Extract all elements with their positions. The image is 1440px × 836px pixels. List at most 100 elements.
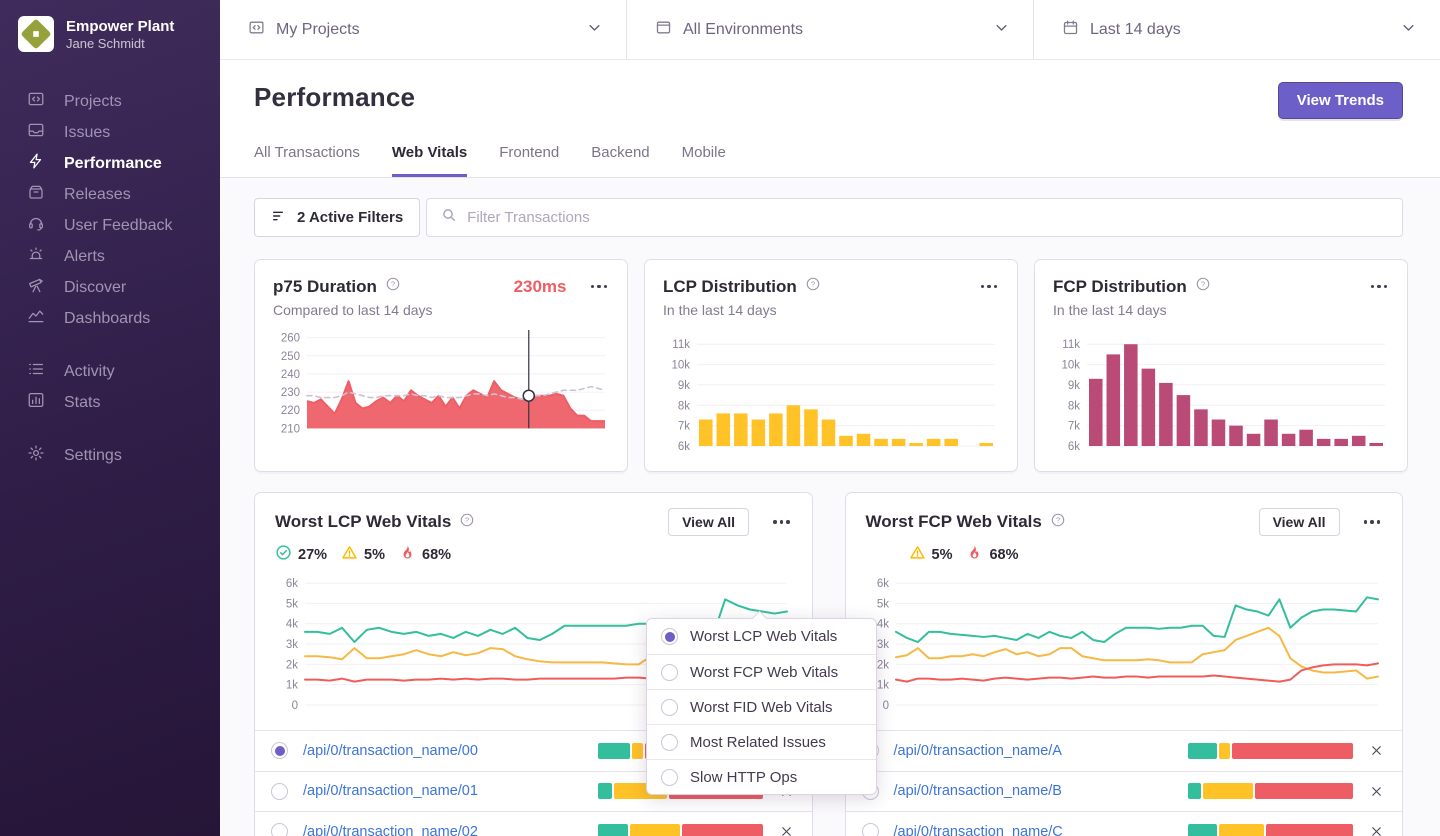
lightning-icon [27,152,45,175]
more-options-button[interactable] [979,281,1000,293]
sidebar-item-issues[interactable]: Issues [0,117,220,148]
svg-text:8k: 8k [678,400,690,412]
radio-button[interactable] [271,783,288,800]
svg-text:7k: 7k [1068,421,1080,433]
radio-button [661,664,678,681]
svg-text:6k: 6k [876,578,888,590]
sidebar-item-settings[interactable]: Settings [0,440,220,471]
transaction-link[interactable]: /api/0/transaction_name/C [894,824,1063,836]
sidebar-item-releases[interactable]: Releases [0,179,220,210]
help-icon[interactable]: ? [385,276,401,297]
radio-button [661,734,678,751]
gear-icon [27,444,45,467]
transaction-link[interactable]: /api/0/transaction_name/02 [303,824,478,836]
view-trends-button[interactable]: View Trends [1278,82,1403,119]
sidebar-item-label: Alerts [64,248,105,266]
chevron-down-icon [994,20,1009,40]
view-all-button[interactable]: View All [668,508,749,536]
help-icon[interactable]: ? [1195,276,1211,297]
menu-item-most-related-issues[interactable]: Most Related Issues [647,724,876,759]
project-selector-value: My Projects [276,21,360,39]
chevron-down-icon [1401,20,1416,40]
close-icon[interactable] [1369,784,1384,799]
sidebar-item-stats[interactable]: Stats [0,387,220,418]
svg-text:11k: 11k [1062,339,1080,351]
card-title: Worst LCP Web Vitals [275,512,451,532]
card-subtitle: In the last 14 days [663,302,999,318]
list-icon [27,360,45,383]
sidebar-item-user-feedback[interactable]: User Feedback [0,210,220,241]
view-all-button[interactable]: View All [1259,508,1340,536]
tab-backend[interactable]: Backend [591,144,649,177]
sidebar-item-projects[interactable]: Projects [0,86,220,117]
svg-text:230: 230 [281,387,300,399]
radio-button[interactable] [271,742,288,759]
sidebar: Empower Plant Jane Schmidt Projects Issu… [0,0,220,836]
active-filters-button[interactable]: 2 Active Filters [254,198,420,237]
sidebar-nav: Projects Issues Performance Releases Use… [0,86,220,471]
table-row[interactable]: /api/0/transaction_name/A [846,730,1403,771]
more-options-button[interactable] [1362,516,1383,528]
calendar-icon [1062,19,1079,41]
tab-frontend[interactable]: Frontend [499,144,559,177]
tab-web-vitals[interactable]: Web Vitals [392,144,467,177]
transaction-link[interactable]: /api/0/transaction_name/A [894,743,1062,759]
menu-item-slow-http-ops[interactable]: Slow HTTP Ops [647,759,876,794]
check-circle-icon [275,544,292,565]
more-options-button[interactable] [1369,281,1390,293]
card-title: Worst FCP Web Vitals [866,512,1042,532]
card-subtitle: Compared to last 14 days [273,302,609,318]
help-icon[interactable]: ? [1050,512,1066,533]
good-badge: 27% [275,544,327,565]
date-range-value: Last 14 days [1090,21,1181,39]
radio-button[interactable] [862,823,879,836]
svg-text:7k: 7k [678,421,690,433]
sidebar-item-activity[interactable]: Activity [0,356,220,387]
org-name: Empower Plant [66,18,174,36]
environment-selector[interactable]: All Environments [626,0,1033,59]
project-selector[interactable]: My Projects [220,0,626,59]
menu-item-worst-fid[interactable]: Worst FID Web Vitals [647,689,876,724]
sidebar-item-label: Releases [64,186,131,204]
close-icon[interactable] [1369,824,1384,836]
transaction-link[interactable]: /api/0/transaction_name/00 [303,743,478,759]
menu-item-worst-lcp[interactable]: Worst LCP Web Vitals [647,619,876,654]
performance-tabs: All Transactions Web Vitals Frontend Bac… [254,144,1403,177]
help-icon[interactable]: ? [805,276,821,297]
more-options-button[interactable] [589,281,610,293]
sidebar-item-dashboards[interactable]: Dashboards [0,303,220,334]
card-title: FCP Distribution [1053,277,1187,297]
table-row[interactable]: /api/0/transaction_name/C [846,811,1403,836]
search-input[interactable] [467,209,1388,226]
warning-triangle-icon [909,544,926,565]
close-icon[interactable] [1369,743,1384,758]
bar-chart-icon [27,391,45,414]
radio-button[interactable] [271,823,288,836]
table-row[interactable]: /api/0/transaction_name/B [846,771,1403,812]
sidebar-item-alerts[interactable]: Alerts [0,241,220,272]
svg-text:6k: 6k [286,578,298,590]
search-bar [426,198,1403,237]
table-row[interactable]: /api/0/transaction_name/02 [255,811,812,836]
sidebar-item-performance[interactable]: Performance [0,148,220,179]
fcp-distribution-card: FCP Distribution ? In the last 14 days 6… [1034,259,1408,472]
close-icon[interactable] [779,824,794,836]
lcp-distribution-chart: 6k7k8k9k10k11k [663,326,999,456]
poor-badge: 68% [966,544,1018,565]
tab-mobile[interactable]: Mobile [682,144,726,177]
date-range-selector[interactable]: Last 14 days [1033,0,1440,59]
svg-text:6k: 6k [1068,441,1080,453]
help-icon[interactable]: ? [459,512,475,533]
worst-fcp-card: Worst FCP Web Vitals ? View All 5% 68% [845,492,1404,836]
transaction-link[interactable]: /api/0/transaction_name/B [894,783,1062,799]
transaction-link[interactable]: /api/0/transaction_name/01 [303,783,478,799]
user-name: Jane Schmidt [66,36,174,51]
sidebar-item-label: Issues [64,124,110,142]
tab-all-transactions[interactable]: All Transactions [254,144,360,177]
sidebar-item-discover[interactable]: Discover [0,272,220,303]
svg-text:0: 0 [882,700,888,712]
svg-text:220: 220 [281,405,300,417]
more-options-button[interactable] [771,516,792,528]
menu-item-worst-fcp[interactable]: Worst FCP Web Vitals [647,654,876,689]
org-switcher[interactable]: Empower Plant Jane Schmidt [0,0,220,52]
